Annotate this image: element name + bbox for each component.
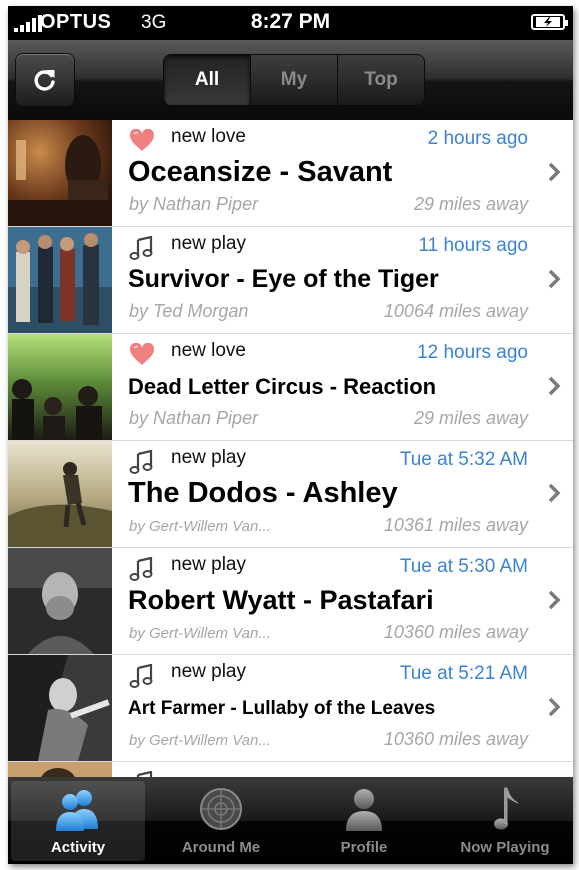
tab-label: Activity [50, 839, 106, 856]
artist-thumbnail [8, 548, 112, 654]
activity-list[interactable]: new love 2 hours ago Oceansize - Savant … [8, 120, 573, 777]
activity-type: new play [171, 554, 246, 575]
activity-time: 2 hours ago [427, 128, 528, 149]
activity-distance: 10361 miles away [383, 515, 528, 535]
track-title: Oceansize - Savant [128, 156, 393, 188]
activity-row[interactable]: new play Tue at 5:30 AM Robert Wyatt - P… [8, 548, 573, 655]
activity-time: 11 hours ago [418, 235, 528, 256]
activity-row[interactable]: new love 12 hours ago Dead Letter Circus… [8, 334, 573, 441]
chevron-right-icon [548, 376, 561, 396]
music-note-icon [129, 557, 153, 581]
activity-row-partial[interactable] [8, 762, 573, 777]
segment-my[interactable]: My [250, 55, 337, 105]
activity-distance: 10360 miles away [383, 729, 528, 749]
activity-time: Tue at 5:30 AM [399, 556, 528, 577]
tab-label: Profile [340, 839, 388, 856]
music-note-icon [129, 664, 153, 688]
track-title: Robert Wyatt - Pastafari [128, 585, 434, 615]
activity-time: Tue at 5:32 AM [399, 449, 528, 470]
person-icon [346, 789, 382, 831]
heart-icon [129, 343, 155, 365]
tab-label: Around Me [181, 839, 261, 856]
chevron-right-icon [548, 483, 561, 503]
activity-user: by Gert-Willem Van... [129, 625, 271, 642]
activity-distance: 10360 miles away [383, 622, 528, 642]
artist-thumbnail [8, 227, 112, 333]
activity-user: by Nathan Piper [129, 194, 259, 214]
tab-now-playing[interactable]: Now Playing [438, 781, 572, 861]
track-title: Survivor - Eye of the Tiger [128, 265, 439, 293]
track-title: Dead Letter Circus - Reaction [128, 374, 437, 399]
activity-user: by Gert-Willem Van... [129, 518, 271, 535]
activity-row[interactable]: new play 11 hours ago Survivor - Eye of … [8, 227, 573, 334]
music-note-icon [129, 450, 153, 474]
tab-around-me[interactable]: Around Me [154, 781, 288, 861]
refresh-icon [34, 70, 55, 91]
artist-thumbnail [8, 334, 112, 440]
activity-row[interactable]: new play Tue at 5:21 AM Art Farmer - Lul… [8, 655, 573, 762]
artist-thumbnail [8, 762, 112, 777]
activity-distance: 29 miles away [413, 194, 528, 214]
phone-screen: OPTUS 3G 8:27 PM All My Top new love 2 h… [8, 6, 573, 864]
chevron-right-icon [548, 162, 561, 182]
refresh-button[interactable] [15, 53, 75, 107]
navigation-bar: All My Top [8, 40, 573, 121]
tab-profile[interactable]: Profile [297, 781, 431, 861]
artist-thumbnail [8, 120, 112, 226]
activity-type: new play [171, 233, 246, 254]
activity-row[interactable]: new love 2 hours ago Oceansize - Savant … [8, 120, 573, 227]
activity-type: new play [171, 447, 246, 468]
people-icon [56, 790, 98, 831]
artist-thumbnail [8, 441, 112, 547]
activity-type: new love [171, 340, 246, 361]
filter-segmented-control: All My Top [163, 54, 425, 106]
activity-type: new play [171, 661, 246, 682]
artist-thumbnail [8, 655, 112, 761]
status-bar: OPTUS 3G 8:27 PM [8, 6, 573, 40]
chevron-right-icon [548, 269, 561, 289]
activity-type: new love [171, 126, 246, 147]
tab-bar: Activity Around Me Profile Now Playing [8, 777, 573, 864]
track-title: Art Farmer - Lullaby of the Leaves [128, 698, 436, 719]
battery-charging-icon [531, 14, 568, 30]
activity-distance: 29 miles away [413, 408, 528, 428]
activity-row[interactable]: new play Tue at 5:32 AM The Dodos - Ashl… [8, 441, 573, 548]
status-time: 8:27 PM [250, 10, 331, 33]
tab-activity[interactable]: Activity [11, 781, 145, 861]
segment-all[interactable]: All [164, 55, 250, 105]
activity-distance: 10064 miles away [383, 301, 528, 321]
activity-time: Tue at 5:21 AM [399, 663, 528, 684]
radar-icon [200, 788, 242, 830]
segment-top[interactable]: Top [337, 55, 424, 105]
activity-user: by Ted Morgan [129, 301, 249, 321]
activity-user: by Nathan Piper [129, 408, 259, 428]
chevron-right-icon [548, 590, 561, 610]
tab-label: Now Playing [460, 839, 550, 856]
track-title: The Dodos - Ashley [128, 477, 398, 509]
activity-user: by Gert-Willem Van... [129, 732, 271, 749]
heart-icon [129, 129, 155, 151]
chevron-right-icon [548, 697, 561, 717]
activity-time: 12 hours ago [417, 342, 528, 363]
music-note-icon [494, 787, 519, 830]
music-note-icon [129, 236, 153, 260]
